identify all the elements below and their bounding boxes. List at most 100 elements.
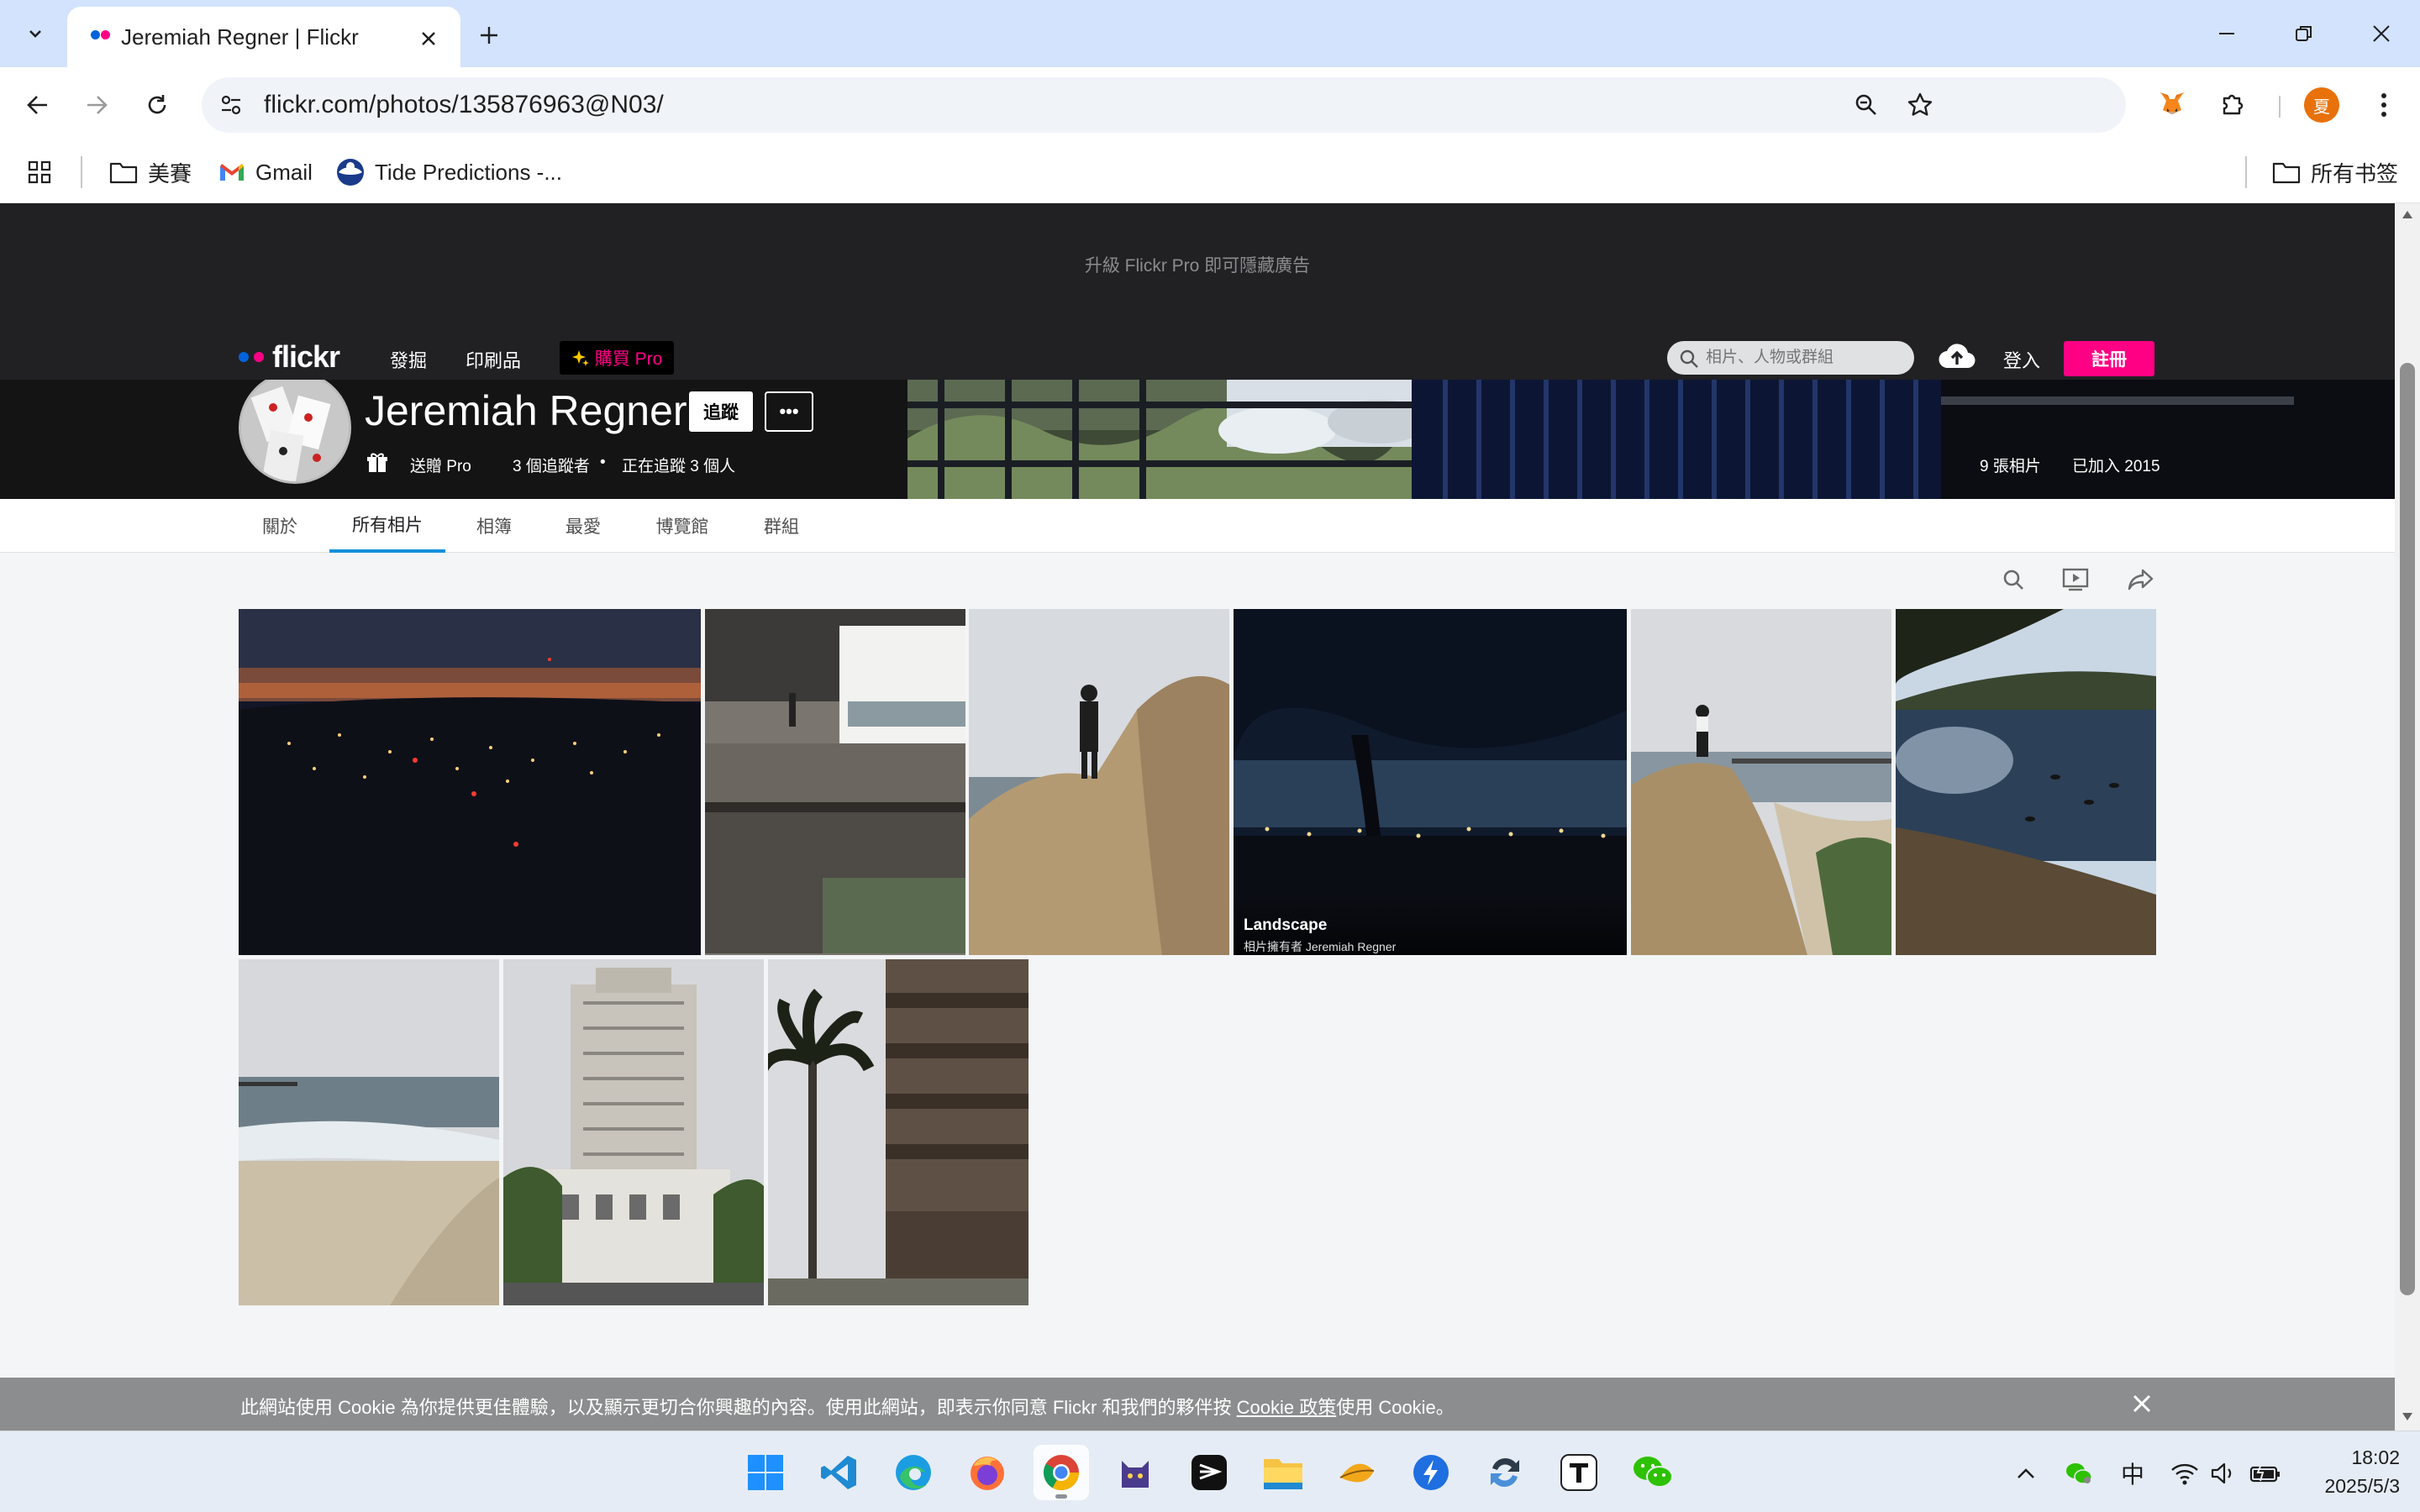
bookmark-meisai[interactable]: 美賽 — [109, 153, 192, 192]
following-link[interactable]: 正在追蹤 3 個人 — [622, 454, 735, 476]
scroll-up-arrow-icon[interactable] — [2401, 208, 2414, 222]
windows-taskbar: 中 18:02 2025/5/3 — [0, 1431, 2420, 1512]
browser-tab-active[interactable]: Jeremiah Regner | Flickr — [67, 7, 460, 67]
taskbar-firefox[interactable] — [960, 1445, 1015, 1500]
profile-avatar[interactable] — [239, 380, 351, 484]
restore-button[interactable] — [2270, 13, 2338, 54]
extensions-button[interactable] — [2213, 86, 2252, 124]
apps-button[interactable] — [27, 153, 52, 192]
forward-button[interactable] — [77, 86, 116, 124]
back-button[interactable] — [18, 86, 57, 124]
zoom-button[interactable] — [1849, 87, 1884, 123]
wifi-icon — [2171, 1463, 2198, 1485]
browser-toolbar: flickr.com/photos/135876963@N03/ 夏 — [0, 67, 2420, 143]
tray-overflow-button[interactable] — [2012, 1457, 2040, 1490]
taskbar-capcut[interactable] — [1181, 1445, 1237, 1500]
photo-tile-cliff-person[interactable] — [969, 609, 1229, 955]
tab-faves[interactable]: 最愛 — [548, 499, 618, 553]
taskbar-cat-app[interactable] — [1107, 1445, 1163, 1500]
site-info-button[interactable] — [213, 87, 249, 123]
photo-tile-tower[interactable] — [503, 959, 764, 1305]
tab-about[interactable]: 關於 — [242, 499, 318, 553]
photo-owner[interactable]: 相片擁有者 Jeremiah Regner — [1244, 938, 1396, 955]
tab-close-button[interactable] — [413, 24, 444, 54]
photo-tile-night-city[interactable] — [239, 609, 701, 955]
photo-tile-walkway[interactable] — [705, 609, 965, 955]
tab-albums[interactable]: 相簿 — [459, 499, 529, 553]
browser-menu-button[interactable] — [2365, 86, 2403, 124]
reload-button[interactable] — [138, 86, 176, 124]
apps-grid-icon — [28, 160, 51, 184]
photo-tile-beach-pier[interactable] — [239, 959, 499, 1305]
gift-pro-link[interactable]: 送贈 Pro — [410, 454, 471, 476]
gift-icon[interactable] — [366, 452, 388, 474]
taskbar-chrome[interactable] — [1034, 1445, 1089, 1500]
flickr-global-nav: flickr 發掘 印刷品 購買 Pro 登入 註冊 — [0, 329, 2395, 380]
taskbar-lightning-app[interactable] — [1403, 1445, 1459, 1500]
tray-wechat[interactable] — [2062, 1457, 2096, 1490]
search-input[interactable] — [1706, 346, 1899, 370]
photo-tile-landscape[interactable]: Landscape 相片擁有者 Jeremiah Regner — [1234, 609, 1627, 955]
photostream-search-button[interactable] — [1998, 564, 2028, 595]
metamask-extension-button[interactable] — [2153, 86, 2191, 124]
upload-cloud-icon[interactable] — [1938, 339, 1976, 373]
photo-tile-palm-building[interactable] — [768, 959, 1028, 1305]
vscode-icon — [821, 1456, 856, 1489]
cherry-app-icon — [1339, 1463, 1375, 1483]
cookie-policy-link[interactable]: Cookie 政策 — [1237, 1397, 1337, 1418]
profile-avatar-button[interactable]: 夏 — [2304, 87, 2339, 123]
bookmark-gmail[interactable]: Gmail — [218, 153, 313, 192]
taskbar-edge[interactable] — [886, 1445, 941, 1500]
photo-title[interactable]: Landscape — [1244, 916, 1327, 935]
taskbar-file-explorer[interactable] — [1255, 1445, 1311, 1500]
minimize-button[interactable] — [2193, 13, 2260, 54]
tab-groups[interactable]: 群組 — [748, 499, 815, 553]
windows-start-button[interactable] — [738, 1445, 793, 1500]
system-clock[interactable]: 18:02 2025/5/3 — [2291, 1443, 2400, 1500]
share-button[interactable] — [2126, 564, 2156, 595]
flickr-search-box[interactable] — [1667, 341, 1914, 375]
cat-app-icon — [1122, 1461, 1149, 1488]
nav-explore[interactable]: 發掘 — [390, 346, 427, 373]
window-close-button[interactable] — [2348, 13, 2415, 54]
follow-button[interactable]: 追蹤 — [689, 391, 753, 432]
scroll-down-arrow-icon[interactable] — [2401, 1410, 2414, 1423]
address-bar[interactable]: flickr.com/photos/135876963@N03/ — [202, 77, 2126, 133]
all-bookmarks-button[interactable]: 所有书签 — [2272, 153, 2398, 192]
bookmark-tide-predictions[interactable]: Tide Predictions -... — [336, 153, 562, 192]
tray-volume[interactable] — [2207, 1457, 2240, 1490]
more-actions-button[interactable]: ••• — [765, 391, 813, 432]
close-icon — [2373, 25, 2390, 42]
login-link[interactable]: 登入 — [2003, 346, 2040, 373]
nav-prints[interactable]: 印刷品 — [466, 346, 521, 373]
tab-all-photos[interactable]: 所有相片 — [329, 499, 445, 553]
minimize-icon — [2219, 33, 2234, 34]
url-text[interactable]: flickr.com/photos/135876963@N03/ — [264, 89, 664, 121]
wechat-icon — [1634, 1457, 1673, 1488]
new-tab-button[interactable] — [471, 17, 508, 54]
taskbar-vscode[interactable] — [812, 1445, 867, 1500]
buy-pro-button[interactable]: 購買 Pro — [560, 341, 674, 375]
signup-button[interactable]: 註冊 — [2064, 341, 2154, 376]
tray-wifi[interactable] — [2168, 1457, 2202, 1490]
chevron-down-icon — [29, 30, 41, 38]
tab-galleries[interactable]: 博覽館 — [642, 499, 723, 553]
cookie-close-button[interactable] — [2128, 1389, 2156, 1418]
slideshow-button[interactable] — [2060, 564, 2091, 595]
photo-tile-lagoon[interactable] — [1896, 609, 2156, 955]
scroll-thumb[interactable] — [2400, 363, 2415, 1295]
photo-tile-bluff-pier[interactable] — [1631, 609, 1891, 955]
tray-battery[interactable] — [2247, 1457, 2284, 1490]
flickr-logo[interactable]: flickr — [239, 342, 340, 372]
ime-indicator[interactable]: 中 — [2116, 1457, 2149, 1490]
tab-search-button[interactable] — [13, 10, 57, 57]
page-scrollbar[interactable] — [2395, 203, 2420, 1431]
taskbar-cherry-app[interactable] — [1329, 1445, 1385, 1500]
taskbar-sync-app[interactable] — [1477, 1445, 1533, 1500]
taskbar-typora[interactable] — [1551, 1445, 1607, 1500]
followers-link[interactable]: 3 個追蹤者 — [513, 454, 590, 476]
comment-icon[interactable] — [1593, 928, 1627, 955]
taskbar-wechat[interactable] — [1625, 1445, 1681, 1500]
ad-text[interactable]: 升級 Flickr Pro 即可隱藏廣告 — [0, 252, 2395, 277]
bookmark-star-button[interactable] — [1902, 87, 1938, 123]
